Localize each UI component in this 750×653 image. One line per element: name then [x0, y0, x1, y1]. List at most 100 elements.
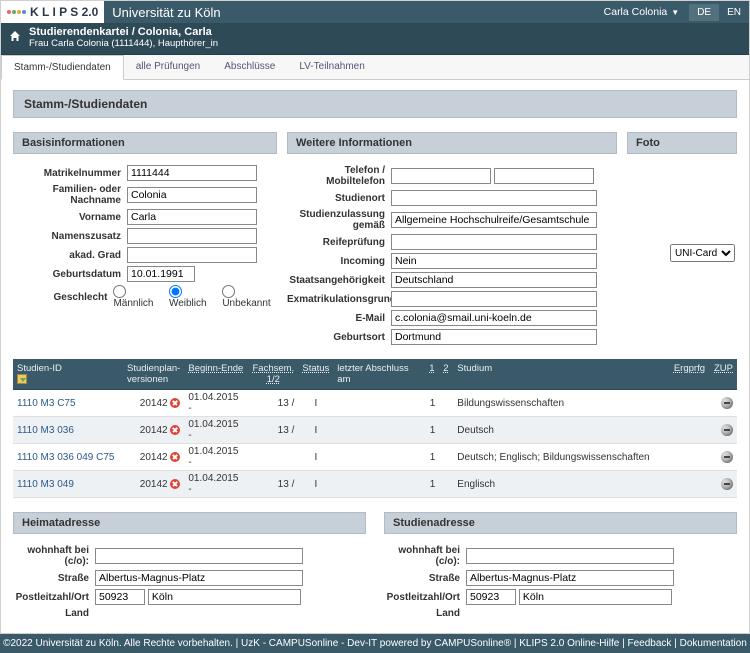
lbl-geburtsort: Geburtsort [287, 332, 391, 343]
tab-stammdaten[interactable]: Stamm-/Studiendaten [1, 55, 124, 80]
lbl-geburtsdatum: Geburtsdatum [13, 269, 127, 280]
lbl-reife: Reifeprüfung [287, 237, 391, 248]
foto-select[interactable]: UNI-Card [670, 244, 735, 262]
lbl-akadgrad: akad. Grad [13, 250, 127, 261]
studien-str-field[interactable] [466, 570, 674, 586]
lbl-h-plzort: Postleitzahl/Ort [13, 592, 95, 603]
lbl-geschlecht: Geschlecht [13, 292, 113, 303]
tab-pruefungen[interactable]: alle Prüfungen [124, 55, 213, 79]
lbl-staat: Staatsangehörigkeit [287, 275, 391, 286]
tab-abschluesse[interactable]: Abschlüsse [212, 55, 287, 79]
th-ergprfg[interactable]: Ergprfg [669, 359, 709, 390]
chevron-down-icon: ▼ [671, 8, 679, 17]
th-studium[interactable]: Studium [453, 359, 669, 390]
close-icon[interactable] [170, 479, 180, 489]
minus-icon[interactable] [721, 451, 733, 463]
email-field[interactable] [391, 310, 597, 326]
geburtsdatum-field[interactable] [127, 266, 195, 282]
incoming-field[interactable] [391, 253, 597, 269]
vorname-field[interactable] [127, 209, 257, 225]
lbl-s-land: Land [384, 608, 466, 619]
user-menu[interactable]: Carla Colonia ▼ [594, 6, 690, 18]
section-basisinfo: Basisinformationen [13, 132, 277, 154]
footer-doku-link[interactable]: Dokumentation [680, 638, 747, 649]
university-name: Universität zu Köln [104, 5, 220, 20]
th-1[interactable]: 1 [425, 359, 439, 390]
reife-field[interactable] [391, 234, 597, 250]
studienid-link[interactable]: 1110 M3 049 [17, 479, 74, 490]
studienid-link[interactable]: 1110 M3 036 049 C75 [17, 452, 114, 463]
page-title: Stamm-/Studiendaten [13, 90, 737, 118]
lbl-h-str: Straße [13, 573, 95, 584]
lbl-s-co: wohnhaft bei (c/o): [384, 545, 466, 567]
footer: ©2022 Universität zu Köln. Alle Rechte v… [0, 634, 750, 653]
studien-plz-field[interactable] [466, 589, 516, 605]
lbl-h-co: wohnhaft bei (c/o): [13, 545, 95, 567]
exmat-field[interactable] [391, 291, 597, 307]
footer-copyright: ©2022 Universität zu Köln. Alle Rechte v… [3, 638, 233, 649]
th-fachsem[interactable]: Fachsem. 1/2 [248, 359, 298, 390]
home-icon[interactable] [9, 30, 21, 45]
section-weitereinfo: Weitere Informationen [287, 132, 617, 154]
close-icon[interactable] [170, 398, 180, 408]
lbl-s-plzort: Postleitzahl/Ort [384, 592, 466, 603]
gender-weiblich[interactable]: Weiblich [169, 285, 214, 309]
tab-lvteilnahmen[interactable]: LV-Teilnahmen [287, 55, 376, 79]
th-status[interactable]: Status [298, 359, 333, 390]
studienid-link[interactable]: 1110 M3 036 [17, 425, 74, 436]
lbl-tel: Telefon / Mobiltelefon [287, 165, 391, 187]
lbl-namenszusatz: Namenszusatz [13, 231, 127, 242]
minus-icon[interactable] [721, 397, 733, 409]
tel-field[interactable] [391, 168, 491, 184]
footer-powered: UzK - CAMPUSonline - Dev-IT powered by C… [241, 638, 511, 649]
table-row: 1110 M3 04920142 01.04.2015 -13 /I1Engli… [13, 471, 737, 498]
gender-unbekannt[interactable]: Unbekannt [222, 285, 277, 309]
logo-text: K L I P S 2.0 [30, 5, 98, 19]
gender-group: Männlich Weiblich Unbekannt [113, 285, 277, 309]
section-foto: Foto [627, 132, 737, 154]
studien-ort-field[interactable] [519, 589, 672, 605]
nachname-field[interactable] [127, 187, 257, 203]
page-subheader: Studierendenkartei / Colonia, Carla Frau… [1, 23, 749, 55]
heimat-plz-field[interactable] [95, 589, 145, 605]
sort-icon[interactable] [17, 374, 27, 384]
th-letzter[interactable]: letzter Abschluss am [333, 359, 425, 390]
th-zup[interactable]: ZUP [709, 359, 737, 390]
th-2[interactable]: 2 [439, 359, 453, 390]
lang-en-button[interactable]: EN [719, 4, 749, 21]
minus-icon[interactable] [721, 424, 733, 436]
gender-maennlich[interactable]: Männlich [113, 285, 160, 309]
zulassung-field[interactable] [391, 212, 597, 228]
logo-dots [7, 10, 26, 14]
th-studienid[interactable]: Studien-ID [17, 363, 62, 374]
footer-hilfe-link[interactable]: KLIPS 2.0 Online-Hilfe [519, 638, 619, 649]
heimat-ort-field[interactable] [148, 589, 301, 605]
studienid-link[interactable]: 1110 M3 C75 [17, 398, 76, 409]
close-icon[interactable] [170, 425, 180, 435]
studienort-field[interactable] [391, 190, 597, 206]
akadgrad-field[interactable] [127, 247, 257, 263]
lbl-exmat: Exmatrikulationsgrund [287, 294, 391, 305]
matrikel-field[interactable] [127, 165, 257, 181]
th-plan[interactable]: Studienplan- versionen [123, 359, 184, 390]
lbl-incoming: Incoming [287, 256, 391, 267]
table-row: 1110 M3 03620142 01.04.2015 -13 /I1Deuts… [13, 417, 737, 444]
close-icon[interactable] [170, 452, 180, 462]
lang-de-button[interactable]: DE [689, 4, 719, 21]
staat-field[interactable] [391, 272, 597, 288]
heimat-co-field[interactable] [95, 548, 303, 564]
th-beginn[interactable]: Beginn-Ende [184, 359, 248, 390]
tab-bar: Stamm-/Studiendaten alle Prüfungen Absch… [1, 55, 749, 80]
heimat-str-field[interactable] [95, 570, 303, 586]
minus-icon[interactable] [721, 478, 733, 490]
studien-co-field[interactable] [466, 548, 674, 564]
mobil-field[interactable] [494, 168, 594, 184]
footer-feedback-link[interactable]: Feedback [628, 638, 672, 649]
lbl-email: E-Mail [287, 313, 391, 324]
namenszusatz-field[interactable] [127, 228, 257, 244]
lbl-s-str: Straße [384, 573, 466, 584]
table-row: 1110 M3 036 049 C7520142 01.04.2015 -I1D… [13, 444, 737, 471]
subheader-subtitle: Frau Carla Colonia (1111444), Haupthörer… [29, 38, 218, 49]
study-table: Studien-ID Studienplan- versionen Beginn… [13, 359, 737, 498]
geburtsort-field[interactable] [391, 329, 597, 345]
